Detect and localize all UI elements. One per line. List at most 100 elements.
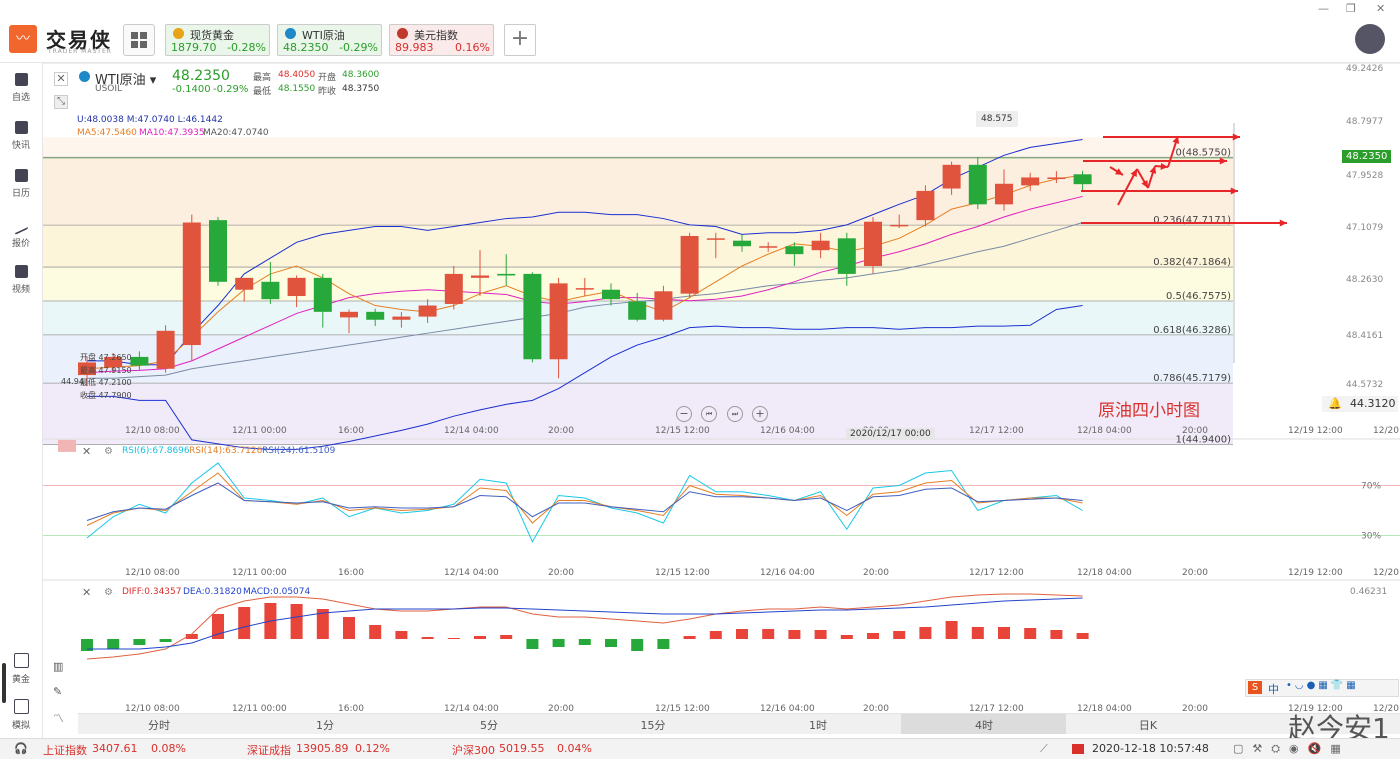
fib-label: 0.5(46.7575) xyxy=(1166,291,1231,302)
close-rsi-icon[interactable]: ✕ xyxy=(82,445,91,458)
macd-axis-label: 0.46231 xyxy=(1350,587,1387,597)
close-chart-icon[interactable]: ✕ xyxy=(54,72,68,86)
macd-bar xyxy=(867,633,879,639)
fib-band xyxy=(43,383,1233,445)
sh-index-name[interactable]: 上证指数 xyxy=(43,742,87,758)
trend-icon xyxy=(14,213,28,236)
tab-timeshare[interactable]: 分时 xyxy=(139,717,179,733)
symbol-pct: -0.29% xyxy=(213,84,249,95)
macd-bar xyxy=(474,636,486,639)
high-value: 48.4050 xyxy=(278,70,316,80)
crosshair-date: 2020/12/17 00:00 xyxy=(846,428,935,440)
macd-bar xyxy=(133,639,146,645)
macd-bar xyxy=(395,631,408,639)
quote-card-wti[interactable]: WTI原油 48.2350 -0.29% xyxy=(277,24,382,56)
candle-body xyxy=(916,190,935,221)
current-price-tag: 48.2350 xyxy=(1342,150,1392,163)
candle-body xyxy=(130,356,149,366)
ime-toolbar[interactable]: S 中 •◡●▦👕▦ xyxy=(1245,679,1399,697)
time-axis-label: 12/14 04:00 xyxy=(444,568,499,578)
candle-body xyxy=(942,164,961,189)
settings-gear-icon[interactable]: ⚙ xyxy=(104,446,113,457)
gold-icon xyxy=(173,28,184,39)
ma10-readout: MA10:47.3935 xyxy=(139,128,205,138)
candle-body xyxy=(287,277,306,297)
zoom-out-button[interactable]: − xyxy=(676,406,692,422)
oil-icon xyxy=(79,71,90,82)
status-tool-icons[interactable]: ▢⚒⛭◉🔇▦ xyxy=(1233,742,1350,756)
sidebar-item-video[interactable]: 视频 xyxy=(0,265,42,295)
macd-bar xyxy=(107,639,120,649)
headset-icon[interactable]: 🎧 xyxy=(14,742,28,755)
candle-body xyxy=(549,283,568,360)
price-axis-label: 48.4161 xyxy=(1346,331,1383,341)
sidebar-item-news[interactable]: 快讯 xyxy=(0,121,42,151)
candle-body xyxy=(811,240,830,251)
price-alert[interactable]: 🔔 44.3120 xyxy=(1322,396,1398,412)
tab-4hour[interactable]: 4时 xyxy=(964,717,1004,733)
grid-layout-button[interactable] xyxy=(123,24,155,56)
sz-index-name[interactable]: 深证成指 xyxy=(247,742,291,758)
hs300-name[interactable]: 沪深300 xyxy=(452,742,495,758)
indicator-tool-icon[interactable]: 〽 xyxy=(53,710,64,726)
settings-gear-icon[interactable]: ⚙ xyxy=(104,587,113,598)
macd-readout: MACD:0.05074 xyxy=(243,587,311,597)
time-axis-label: 12/15 12:00 xyxy=(655,426,710,436)
tab-15min[interactable]: 15分 xyxy=(633,717,673,733)
hs300-value: 5019.55 xyxy=(499,742,545,755)
candle-body xyxy=(759,246,778,248)
tab-daily[interactable]: 日K xyxy=(1128,717,1168,733)
time-axis-label: 12/18 04:00 xyxy=(1077,426,1132,436)
tab-1hour[interactable]: 1时 xyxy=(798,717,838,733)
fib-label: 0.786(45.7179) xyxy=(1153,373,1231,384)
calendar-icon xyxy=(14,169,28,182)
last-page-button[interactable]: ⏭ xyxy=(727,406,743,422)
app-subname: TRADER MASTER xyxy=(48,48,112,55)
candle-body xyxy=(680,235,699,294)
fib-label: 0.618(46.3286) xyxy=(1153,325,1231,336)
low-label: 最低 xyxy=(253,87,272,97)
sidebar-item-simulate[interactable]: 模拟 xyxy=(0,699,42,731)
play-icon xyxy=(14,265,28,278)
time-axis-label: 12/11 00:00 xyxy=(232,426,287,436)
avatar[interactable] xyxy=(1355,24,1385,54)
time-axis-label: 16:00 xyxy=(338,426,364,436)
minimize-button[interactable]: — xyxy=(1318,2,1329,15)
macd-bar xyxy=(631,639,644,651)
app-logo-icon[interactable]: 〰 xyxy=(9,25,37,53)
price-axis-label: 47.1079 xyxy=(1346,223,1383,233)
close-window-button[interactable]: ✕ xyxy=(1376,2,1385,15)
zoom-in-button[interactable]: + xyxy=(752,406,768,422)
candle-body xyxy=(864,221,882,266)
time-axis-label: 20:00 xyxy=(1182,568,1208,578)
add-quote-button[interactable]: + xyxy=(504,24,536,56)
sidebar-item-watchlist[interactable]: 自选 xyxy=(0,73,42,103)
dea-readout: DEA:0.31820 xyxy=(183,587,242,597)
scroll-handle[interactable] xyxy=(2,663,6,703)
time-axis-label: 12/15 12:00 xyxy=(655,568,710,578)
first-page-button[interactable]: ⏮ xyxy=(701,406,717,422)
rsi24-readout: RSI(24):61.5109 xyxy=(262,446,336,456)
sidebar-item-quotes[interactable]: 报价 xyxy=(0,213,42,249)
candle-body xyxy=(575,288,594,290)
restore-button[interactable]: ❐ xyxy=(1346,2,1356,15)
time-axis-label: 12/19 12:00 xyxy=(1288,426,1343,436)
draw-pen-icon[interactable]: ✎ xyxy=(53,685,62,698)
quote-card-gold[interactable]: 现货黄金 1879.70 -0.28% xyxy=(165,24,270,56)
candle-body xyxy=(890,224,909,227)
tab-5min[interactable]: 5分 xyxy=(469,717,509,733)
close-macd-icon[interactable]: ✕ xyxy=(82,586,91,599)
candle-body xyxy=(471,275,489,278)
sidebar-item-calendar[interactable]: 日历 xyxy=(0,169,42,199)
candle-body xyxy=(444,273,463,304)
collapse-icon[interactable]: ⤡ xyxy=(54,95,68,109)
candles-tool-icon[interactable]: ▥ xyxy=(53,660,63,673)
time-axis-label: 12/20 0 xyxy=(1373,568,1400,578)
macd-bar xyxy=(840,635,853,639)
quote-card-dxy[interactable]: 美元指数 89.983 0.16% xyxy=(389,24,494,56)
symbol-code: USOIL xyxy=(95,84,123,94)
sidebar-item-gold[interactable]: 黄金 xyxy=(0,653,42,685)
tab-1min[interactable]: 1分 xyxy=(305,717,345,733)
rsi6-line xyxy=(86,462,1083,543)
fib-label: 1(44.9400) xyxy=(1175,435,1231,446)
